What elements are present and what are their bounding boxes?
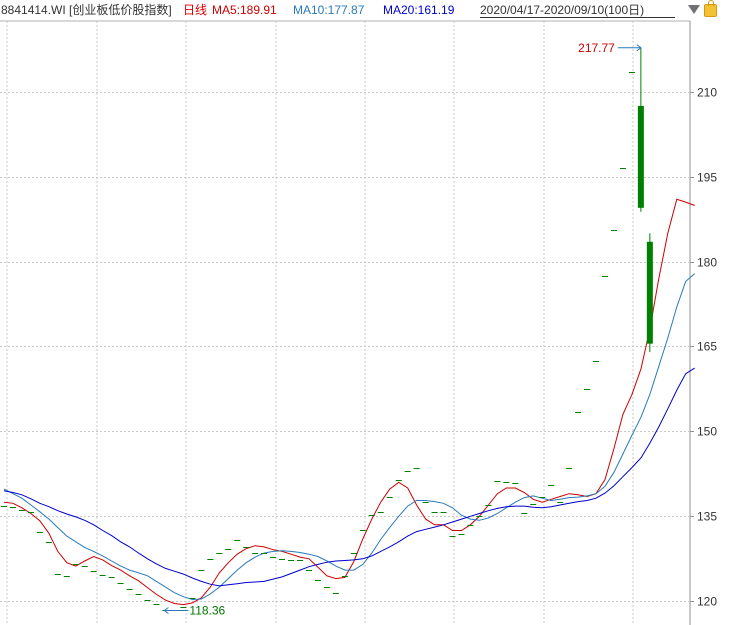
y-tick-label: 120	[697, 595, 717, 609]
candles	[1, 47, 653, 611]
y-tick-label: 150	[697, 425, 717, 439]
y-tick-label: 195	[697, 171, 717, 185]
ma5-line	[3, 198, 695, 606]
y-tick-label: 210	[697, 86, 717, 100]
moving-average-lines	[3, 198, 696, 606]
annotations: 217.77 118.36	[163, 41, 642, 618]
low-label: 118.36	[189, 604, 225, 618]
candle-body	[637, 105, 644, 208]
ma10-line	[3, 273, 696, 601]
y-tick-label: 135	[697, 510, 717, 524]
high-label: 217.77	[578, 41, 615, 55]
y-axis: 120 135 150 165 180 195 210	[690, 86, 717, 609]
grid-lines	[0, 20, 691, 625]
y-tick-label: 180	[697, 256, 717, 270]
ma20-line	[3, 367, 695, 587]
y-tick-label: 165	[697, 340, 717, 354]
candlestick-chart[interactable]: 120 135 150 165 180 195 210 217.77 118.36	[0, 0, 748, 625]
candle-body	[646, 241, 653, 344]
